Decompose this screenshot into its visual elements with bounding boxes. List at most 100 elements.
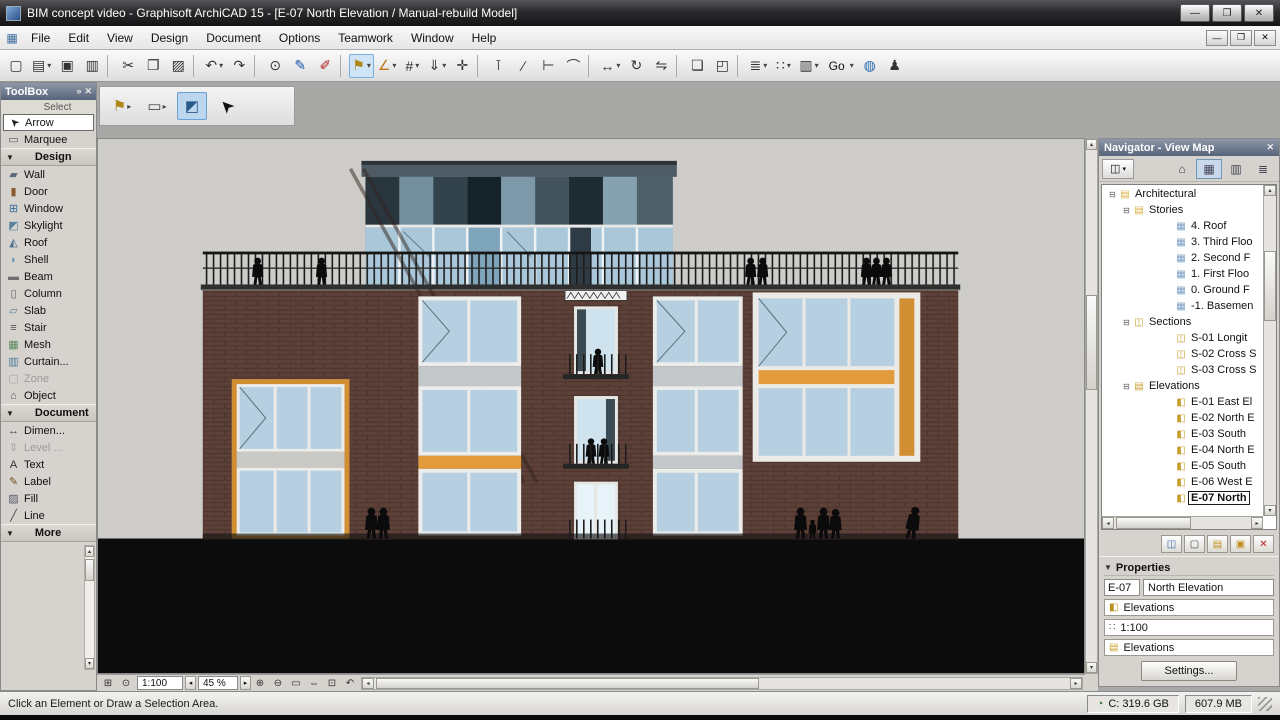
arrow-options-button[interactable]: ⚑ ▸ (107, 92, 137, 120)
new-document-button[interactable]: ▢ (4, 54, 28, 78)
tool-line[interactable]: ╱ Line (1, 507, 96, 524)
tool-label[interactable]: ✎ Label (1, 473, 96, 490)
properties-header[interactable]: ▼ Properties (1104, 560, 1274, 576)
toolbox-section-select[interactable]: Select (1, 100, 96, 114)
mdi-restore-button[interactable]: ❐ (1230, 30, 1252, 46)
menu-help[interactable]: Help (463, 28, 506, 48)
pan-button[interactable]: ⇔ (305, 676, 323, 691)
tree-item[interactable]: ▦ -1. Basemen (1103, 298, 1262, 314)
selection-highlight-button[interactable]: ◩ (177, 92, 207, 120)
mdi-minimize-button[interactable]: — (1206, 30, 1228, 46)
toolbox-close-icon[interactable]: ✕ (84, 86, 92, 97)
menu-teamwork[interactable]: Teamwork (329, 28, 402, 48)
previous-zoom-button[interactable]: ↶ (341, 676, 359, 691)
pick-up-parameters-button[interactable]: ✎ (288, 54, 312, 78)
maximize-button[interactable]: ❐ (1212, 4, 1242, 22)
tree-item[interactable]: ◧ E-01 East El (1103, 394, 1262, 410)
canvas-horizontal-scrollbar[interactable]: ◂ ▸ (361, 677, 1083, 690)
teamwork-button[interactable]: ◍ (858, 54, 882, 78)
tree-item[interactable]: ◫ S-01 Longit (1103, 330, 1262, 346)
scroll-up-icon[interactable]: ▴ (1086, 139, 1097, 150)
tool-stair[interactable]: ≡ Stair (1, 319, 96, 336)
property-row[interactable]: ▤ Elevations (1104, 639, 1274, 656)
scrollbar-track[interactable] (1264, 196, 1276, 505)
explode-button[interactable]: ◰ (710, 54, 734, 78)
canvas-vertical-scrollbar[interactable]: ▴ ▾ (1085, 138, 1098, 674)
scroll-down-icon[interactable]: ▾ (1264, 505, 1276, 516)
tree-item[interactable]: ▦ 0. Ground F (1103, 282, 1262, 298)
scrollbar-track[interactable] (374, 678, 1070, 689)
tree-item[interactable]: ▦ 1. First Floo (1103, 266, 1262, 282)
tool-shell[interactable]: ◗ Shell (1, 251, 96, 268)
print-button[interactable]: ▥ (80, 54, 104, 78)
tool-slab[interactable]: ▱ Slab (1, 302, 96, 319)
adjust-button[interactable]: ⊢ (536, 54, 560, 78)
scroll-down-icon[interactable]: ▾ (1086, 662, 1097, 673)
close-button[interactable]: ✕ (1244, 4, 1274, 22)
scroll-right-icon[interactable]: ▸ (1070, 678, 1082, 689)
tree-item[interactable]: ◧ E-05 South (1103, 458, 1262, 474)
zoom-options-button[interactable]: ⊙ (117, 676, 135, 691)
scroll-up-icon[interactable]: ▴ (85, 546, 94, 557)
guide-lines-button[interactable]: ∠ ▾ (375, 54, 400, 78)
zoom-out-button[interactable]: ⊖ (269, 676, 287, 691)
tool-door[interactable]: ▮ Door (1, 183, 96, 200)
toolbox-section-document[interactable]: ▼ Document (1, 404, 96, 422)
menu-view[interactable]: View (98, 28, 142, 48)
menu-document[interactable]: Document (197, 28, 270, 48)
fillet-button[interactable]: ⌒ (561, 54, 585, 78)
tool-arrow[interactable]: ➤ Arrow (3, 114, 94, 131)
view-id-field[interactable]: E-07 (1104, 579, 1140, 596)
tool-fill[interactable]: ▨ Fill (1, 490, 96, 507)
tool-dimension[interactable]: ↔ Dimen... (1, 422, 96, 439)
tree-horizontal-scrollbar[interactable]: ◂ ▸ (1102, 516, 1263, 529)
tree-item[interactable]: ◫ S-02 Cross S (1103, 346, 1262, 362)
navigator-header[interactable]: Navigator - View Map ✕ (1099, 139, 1279, 156)
drawing-canvas[interactable] (97, 138, 1085, 674)
settings-button[interactable]: Settings... (1141, 661, 1237, 681)
property-row[interactable]: ◧ Elevations (1104, 599, 1274, 616)
tree-item[interactable]: ◧ E-07 North (1103, 490, 1262, 506)
cursor-snap-button[interactable]: ✛ (450, 54, 474, 78)
tree-item[interactable]: ◧ E-02 North E (1103, 410, 1262, 426)
layers-button[interactable]: ≣ ▾ (746, 54, 770, 78)
tree-item[interactable]: ⊟ ▤ Architectural (1103, 186, 1262, 202)
scale-button[interactable]: ∷ ▾ (771, 54, 795, 78)
tool-wall[interactable]: ▰ Wall (1, 166, 96, 183)
tool-object[interactable]: ⌂ Object (1, 387, 96, 404)
collapse-triangle-icon[interactable]: ▼ (1104, 563, 1112, 572)
expander-icon[interactable]: ⊟ (1107, 190, 1118, 199)
redo-button[interactable]: ↷ (227, 54, 251, 78)
arrow-cursor-button[interactable]: ➤ (212, 92, 242, 120)
tool-mesh[interactable]: ▦ Mesh (1, 336, 96, 353)
toolbox-scrollbar[interactable]: ▴ ▾ (84, 545, 95, 670)
copy-button[interactable]: ❐ (141, 54, 165, 78)
split-button[interactable]: ∕ (511, 54, 535, 78)
project-chooser-button[interactable]: ◫ ▾ (1102, 159, 1134, 179)
cut-button[interactable]: ✂ (116, 54, 140, 78)
scroll-right-icon[interactable]: ▸ (1251, 517, 1263, 529)
scrollbar-thumb[interactable] (1116, 517, 1191, 529)
scrollbar-track[interactable] (85, 557, 94, 658)
open-button[interactable]: ▤ ▾ (29, 54, 54, 78)
tree-item[interactable]: ⊟ ◫ Sections (1103, 314, 1262, 330)
toolbox-section-more[interactable]: ▼ More (1, 524, 96, 542)
tool-level-dimension[interactable]: ⇕ Level ... (1, 439, 96, 456)
tree-item[interactable]: ▦ 3. Third Floo (1103, 234, 1262, 250)
trim-button[interactable]: ⊺ (486, 54, 510, 78)
tool-zone[interactable]: ▢ Zone (1, 370, 96, 387)
tool-window[interactable]: ⊞ Window (1, 200, 96, 217)
tool-curtain-wall[interactable]: ▥ Curtain... (1, 353, 96, 370)
undo-button[interactable]: ↶ ▾ (202, 54, 226, 78)
favorites-button[interactable]: ⚑ ▾ (349, 54, 374, 78)
tree-item[interactable]: ⊟ ▤ Stories (1103, 202, 1262, 218)
toolbox-options-icon[interactable]: » (76, 86, 81, 97)
minimize-button[interactable]: — (1180, 4, 1210, 22)
mirror-button[interactable]: ⇋ (649, 54, 673, 78)
zoom-level-display[interactable]: 45 % (198, 676, 238, 690)
document-options-button[interactable]: ▥ ▾ (796, 54, 821, 78)
tree-item[interactable]: ◫ S-03 Cross S (1103, 362, 1262, 378)
menu-window[interactable]: Window (402, 28, 463, 48)
scrollbar-thumb[interactable] (1264, 251, 1276, 321)
move-button[interactable]: ↔ ▾ (597, 54, 623, 78)
